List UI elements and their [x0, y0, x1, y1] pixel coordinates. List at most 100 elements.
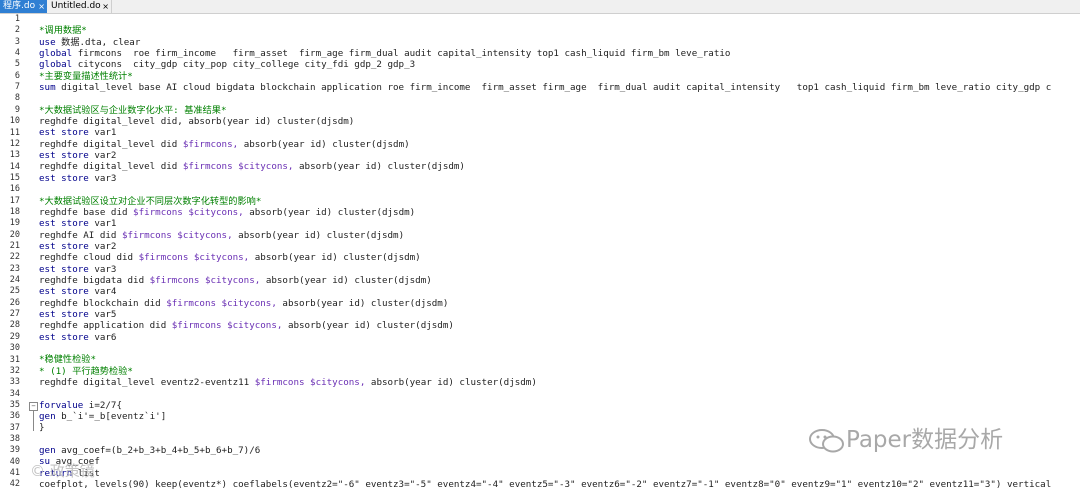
line-number: 41: [9, 468, 20, 478]
line-number: 22: [9, 252, 20, 263]
code-line[interactable]: [39, 184, 1080, 195]
code-line[interactable]: reghdfe AI did $firmcons $citycons, abso…: [39, 230, 1080, 241]
code-line[interactable]: coefplot, levels(90) keep(eventz*) coefl…: [39, 479, 1080, 490]
code-text: b_`i'=_b[eventz`i']: [55, 411, 167, 423]
code-macro: $firmcons $citycons,: [149, 274, 261, 286]
code-line[interactable]: return list: [39, 468, 1080, 479]
code-text: reghdfe digital_level did: [39, 161, 183, 173]
wechat-icon: [809, 428, 844, 452]
line-number: 40: [9, 456, 20, 467]
code-keyword: gen: [39, 445, 56, 457]
tab-program-do[interactable]: 程序.do ×: [0, 0, 47, 13]
code-line[interactable]: reghdfe cloud did $firmcons $citycons, a…: [39, 252, 1080, 263]
code-comment: *主要变量描述性统计*: [39, 70, 133, 82]
code-text: reghdfe base did: [39, 206, 134, 218]
line-number: 34: [9, 388, 20, 399]
tab-untitled-do[interactable]: Untitled.do ×: [48, 0, 112, 13]
watermark-text: Paper数据分析: [846, 427, 1004, 453]
code-line[interactable]: global firmcons roe firm_income firm_ass…: [39, 48, 1080, 59]
code-line[interactable]: *大数据试验区与企业数字化水平: 基准结果*: [39, 105, 1080, 116]
code-text: absorb(year id) cluster(djsdm): [282, 320, 454, 332]
code-keyword: global: [39, 48, 73, 60]
code-line[interactable]: reghdfe blockchain did $firmcons $cityco…: [39, 298, 1080, 309]
close-icon[interactable]: ×: [102, 0, 109, 13]
code-text: avg_coef=(b_2+b_3+b_4+b_5+b_6+b_7)/6: [55, 445, 261, 457]
code-line[interactable]: su avg_coef: [39, 456, 1080, 467]
code-line[interactable]: use 数据.dta, clear: [39, 37, 1080, 48]
code-line[interactable]: global citycons city_gdp city_pop city_c…: [39, 59, 1080, 70]
code-keyword: est store: [39, 218, 89, 230]
line-number: 6: [14, 70, 20, 81]
code-text: var2: [88, 240, 117, 252]
code-keyword: est store: [39, 172, 89, 184]
code-text: reghdfe cloud did: [39, 252, 139, 264]
code-keyword: est store: [39, 240, 89, 252]
code-line[interactable]: est store var2: [39, 241, 1080, 252]
code-text: reghdfe digital_level eventz2-eventz11: [39, 377, 255, 388]
code-line[interactable]: est store var4: [39, 286, 1080, 297]
code-text: absorb(year id) cluster(djsdm): [243, 206, 416, 218]
code-line[interactable]: est store var5: [39, 309, 1080, 320]
line-number: 18: [9, 206, 20, 217]
line-number: 4: [14, 48, 20, 59]
code-line[interactable]: est store var1: [39, 218, 1080, 229]
code-line[interactable]: [39, 93, 1080, 104]
code-line[interactable]: reghdfe digital_level eventz2-eventz11 $…: [39, 377, 1080, 388]
code-text: absorb(year id) cluster(djsdm): [276, 297, 449, 309]
line-number: 8: [14, 93, 20, 104]
code-text: reghdfe blockchain did: [39, 297, 167, 309]
code-line[interactable]: [39, 14, 1080, 25]
code-keyword: global: [39, 59, 73, 71]
line-number: 29: [9, 331, 20, 342]
code-line[interactable]: reghdfe digital_level did, absorb(year i…: [39, 116, 1080, 127]
code-line[interactable]: est store var3: [39, 173, 1080, 184]
code-keyword: sum: [39, 82, 56, 94]
code-keyword: forvalue: [39, 399, 84, 411]
line-number: 14: [9, 161, 20, 172]
line-number: 30: [9, 343, 20, 354]
code-line[interactable]: sum digital_level base AI cloud bigdata …: [39, 82, 1080, 93]
code-comment: *调用数据*: [39, 25, 87, 37]
line-number: 38: [9, 433, 20, 444]
code-line[interactable]: * (1) 平行趋势检验*: [39, 366, 1080, 377]
line-number: 27: [9, 309, 20, 320]
code-keyword: est store: [39, 286, 89, 298]
code-text: absorb(year id) cluster(djsdm): [293, 161, 465, 173]
fold-collapse-icon[interactable]: −: [29, 402, 38, 411]
code-line[interactable]: est store var2: [39, 150, 1080, 161]
code-text: var3: [88, 263, 117, 275]
code-line[interactable]: *主要变量描述性统计*: [39, 71, 1080, 82]
line-number: 10: [9, 116, 20, 127]
code-keyword: gen: [39, 411, 56, 423]
line-number: 28: [9, 320, 20, 331]
code-line[interactable]: *大数据试验区设立对企业不同层次数字化转型的影响*: [39, 196, 1080, 207]
code-line[interactable]: reghdfe digital_level did $firmcons $cit…: [39, 161, 1080, 172]
code-line[interactable]: *稳健性检验*: [39, 354, 1080, 365]
code-line[interactable]: est store var6: [39, 332, 1080, 343]
code-text: }: [39, 422, 45, 434]
code-line[interactable]: reghdfe base did $firmcons $citycons, ab…: [39, 207, 1080, 218]
code-macro: $firmcons $citycons,: [171, 320, 283, 332]
code-text: reghdfe application did: [39, 320, 172, 332]
code-line[interactable]: est store var3: [39, 264, 1080, 275]
code-comment: *大数据试验区设立对企业不同层次数字化转型的影响*: [39, 195, 262, 207]
code-line[interactable]: reghdfe bigdata did $firmcons $citycons,…: [39, 275, 1080, 286]
code-line[interactable]: reghdfe digital_level did $firmcons, abs…: [39, 139, 1080, 150]
code-line[interactable]: [39, 343, 1080, 354]
line-number: 31: [9, 354, 20, 365]
code-line[interactable]: est store var1: [39, 127, 1080, 138]
code-line[interactable]: forvalue i=2/7{: [39, 400, 1080, 411]
close-icon[interactable]: ×: [38, 0, 45, 13]
fold-guide: [33, 411, 34, 431]
code-macro: $firmcons $citycons,: [121, 229, 233, 241]
code-line[interactable]: *调用数据*: [39, 25, 1080, 36]
line-number: 26: [9, 297, 20, 308]
line-number: 11: [9, 127, 20, 138]
code-text: var3: [88, 172, 117, 184]
code-line[interactable]: [39, 388, 1080, 399]
code-macro: $firmcons $citycons,: [254, 377, 366, 388]
code-keyword: est store: [39, 263, 89, 275]
line-number: 9: [14, 104, 20, 115]
code-line[interactable]: reghdfe application did $firmcons $cityc…: [39, 320, 1080, 331]
code-macro: $firmcons $citycons,: [133, 206, 244, 218]
